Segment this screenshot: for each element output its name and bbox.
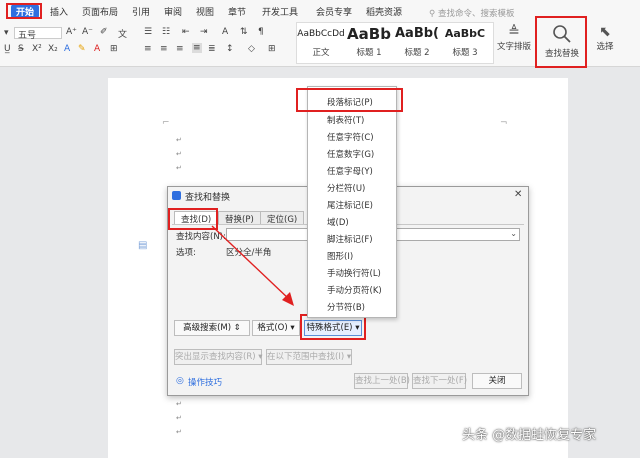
menu-item-manual-page-break[interactable]: 手动分页符(K) xyxy=(327,284,382,296)
menu-item-paragraph-mark[interactable]: 段落标记(P) xyxy=(327,96,373,108)
menu-item-footnote-mark[interactable]: 脚注标记(F) xyxy=(327,233,373,245)
menu-item-any-digit[interactable]: 任意数字(G) xyxy=(327,148,374,160)
watermark: 头条 @数据蛙恢复专家 xyxy=(462,428,597,443)
menu-item-tab[interactable]: 制表符(T) xyxy=(327,114,364,126)
menu-item-manual-line-break[interactable]: 手动换行符(L) xyxy=(327,267,381,279)
menu-item-any-char[interactable]: 任意字符(C) xyxy=(327,131,374,143)
menu-item-field[interactable]: 域(D) xyxy=(327,216,349,228)
menu-item-graphic[interactable]: 图形(I) xyxy=(327,250,353,262)
menu-item-any-letter[interactable]: 任意字母(Y) xyxy=(327,165,373,177)
menu-item-endnote-mark[interactable]: 尾注标记(E) xyxy=(327,199,373,211)
menu-item-section-break[interactable]: 分节符(B) xyxy=(327,301,365,313)
menu-item-column-break[interactable]: 分栏符(U) xyxy=(327,182,365,194)
